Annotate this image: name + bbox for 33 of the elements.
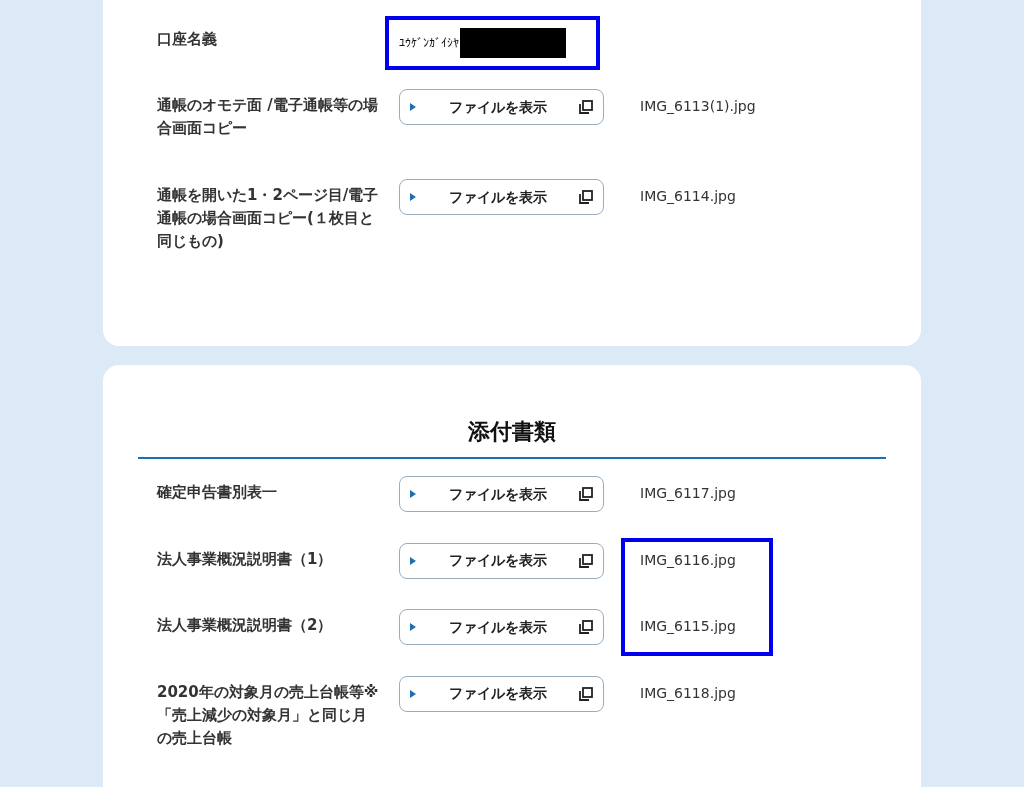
play-icon — [410, 556, 416, 565]
file-name: IMG_6114.jpg — [640, 187, 736, 206]
view-file-button[interactable]: ファイルを表示 — [399, 89, 604, 125]
section-title: 添付書類 — [467, 418, 557, 446]
view-file-button[interactable]: ファイルを表示 — [399, 542, 604, 579]
copy-icon — [579, 620, 593, 634]
field-label: 確定申告書別表一 — [157, 482, 278, 503]
file-name: IMG_6113(1).jpg — [640, 97, 756, 116]
field-label: 2020年の対象月の売上台帳等※「売上減少の対象月」と同じ月の売上台帳 — [157, 681, 380, 749]
file-name: IMG_6115.jpg — [640, 617, 736, 636]
view-file-button[interactable]: ファイルを表示 — [399, 609, 604, 645]
copy-icon — [579, 190, 593, 204]
file-name: IMG_6118.jpg — [640, 683, 736, 703]
field-label: 法人事業概況説明書（2） — [157, 615, 334, 636]
file-name: IMG_6117.jpg — [640, 484, 736, 503]
view-file-button[interactable]: ファイルを表示 — [399, 675, 604, 712]
copy-icon — [579, 487, 593, 501]
play-icon — [410, 490, 416, 498]
play-icon — [410, 689, 416, 698]
field-label: 法人事業概況説明書（1） — [157, 548, 334, 570]
copy-icon — [579, 686, 593, 701]
copy-icon — [579, 553, 593, 568]
play-icon — [410, 103, 416, 111]
play-icon — [410, 193, 416, 201]
copy-icon — [579, 100, 593, 114]
play-icon — [410, 623, 416, 631]
file-name: IMG_6116.jpg — [640, 550, 736, 570]
view-file-button[interactable]: ファイルを表示 — [399, 179, 604, 215]
account-name-value: ﾕｳｹﾞﾝｶﾞｲｼﾔ — [399, 35, 459, 52]
field-label: 通帳のオモテ面 /電子通帳等の場合画面コピー — [157, 95, 379, 139]
field-label: 口座名義 — [157, 29, 218, 50]
field-label: 通帳を開いた1・2ページ目/電子通帳の場合画面コピー(１枚目と同じもの) — [157, 185, 380, 252]
view-file-button[interactable]: ファイルを表示 — [399, 476, 604, 512]
